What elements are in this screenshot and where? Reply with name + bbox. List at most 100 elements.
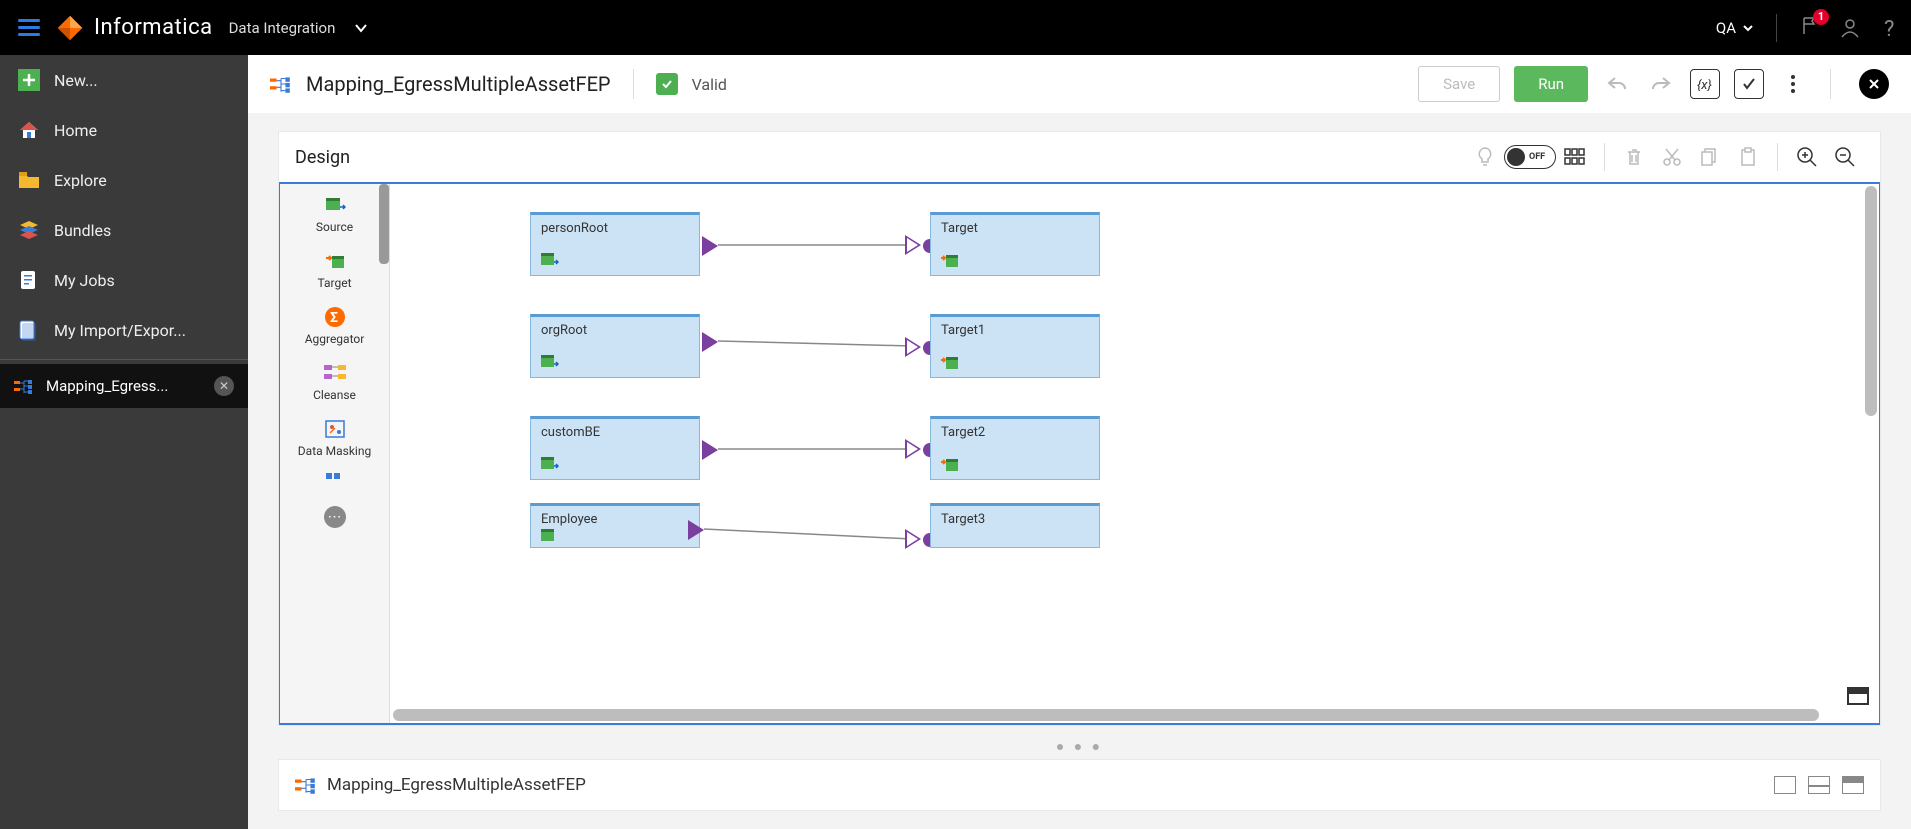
delete-icon[interactable]	[1621, 144, 1647, 170]
close-button[interactable]	[1859, 69, 1889, 99]
output-port-icon[interactable]	[702, 332, 718, 352]
output-port-icon[interactable]	[702, 440, 718, 460]
home-icon	[18, 119, 40, 141]
more-options-button[interactable]	[1778, 69, 1808, 99]
node-target3[interactable]: Target3	[930, 503, 1100, 548]
cleanse-icon	[322, 362, 348, 384]
node-target2[interactable]: Target2	[930, 416, 1100, 480]
sidebar-item-bundles[interactable]: Bundles	[0, 205, 248, 255]
import-export-icon	[18, 319, 40, 341]
target-icon	[322, 250, 348, 272]
preview-toggle[interactable]: OFF	[1504, 145, 1556, 169]
source-mini-icon	[541, 355, 559, 371]
node-custombe[interactable]: customBE	[530, 416, 700, 480]
node-label: Employee	[541, 512, 597, 527]
environment-selector[interactable]: QA	[1716, 19, 1754, 37]
canvas-toolbar: Design OFF	[279, 132, 1880, 182]
input-port-icon[interactable]	[905, 337, 921, 357]
sidebar-item-explore[interactable]: Explore	[0, 155, 248, 205]
sidebar: New... Home Explore Bundles My Jobs My I…	[0, 55, 248, 829]
toggle-label: OFF	[1529, 152, 1545, 162]
node-personroot[interactable]: personRoot	[530, 212, 700, 276]
node-employee[interactable]: Employee	[530, 503, 700, 548]
palette-item-next	[280, 464, 389, 498]
target-mini-icon	[941, 355, 959, 371]
panel-resize-handle[interactable]: ● ● ●	[248, 734, 1911, 759]
palette-label: Data Masking	[284, 444, 385, 458]
node-label: Target1	[941, 323, 985, 338]
target-mini-icon	[941, 253, 959, 269]
hints-icon[interactable]	[1472, 144, 1498, 170]
palette-item-target[interactable]: Target	[280, 240, 389, 296]
palette-item-aggregator[interactable]: Σ Aggregator	[280, 296, 389, 352]
chevron-down-icon	[1742, 22, 1754, 34]
environment-label: QA	[1716, 19, 1736, 37]
menu-toggle-button[interactable]	[12, 13, 46, 42]
canvas-vertical-scrollbar[interactable]	[1865, 186, 1877, 416]
palette-item-source[interactable]: Source	[280, 184, 389, 240]
palette-item-cleanse[interactable]: Cleanse	[280, 352, 389, 408]
validate-button[interactable]	[1734, 69, 1764, 99]
page-title: Mapping_EgressMultipleAssetFEP	[306, 72, 611, 96]
layout-maximize-icon[interactable]	[1842, 776, 1864, 794]
layout-minimize-icon[interactable]	[1774, 776, 1796, 794]
sidebar-item-label: My Jobs	[54, 271, 115, 290]
variable-button[interactable]: {x}	[1690, 69, 1720, 99]
palette-scrollbar[interactable]	[379, 184, 389, 264]
help-icon[interactable]: ?	[1879, 16, 1899, 40]
paste-icon[interactable]	[1735, 144, 1761, 170]
page-header: Mapping_EgressMultipleAssetFEP Valid Sav…	[248, 55, 1911, 113]
node-target1[interactable]: Target1	[930, 314, 1100, 378]
palette-item-datamasking[interactable]: Data Masking	[280, 408, 389, 464]
input-port-icon[interactable]	[905, 529, 921, 549]
output-port-icon[interactable]	[702, 236, 718, 256]
open-tab-label: Mapping_Egress...	[46, 377, 202, 395]
zoom-in-icon[interactable]	[1794, 144, 1820, 170]
mapping-icon	[14, 378, 34, 394]
arrange-icon[interactable]	[1562, 144, 1588, 170]
source-icon	[322, 194, 348, 216]
palette-more-button[interactable]: ⋯	[324, 506, 346, 528]
node-label: customBE	[541, 425, 600, 440]
top-bar: Informatica Data Integration QA 1 ?	[0, 0, 1911, 55]
notifications-button[interactable]: 1	[1799, 15, 1821, 41]
palette-label: Aggregator	[284, 332, 385, 346]
design-panel-title: Design	[295, 147, 350, 168]
output-port-icon[interactable]	[688, 520, 704, 540]
undo-button[interactable]	[1602, 69, 1632, 99]
target-mini-icon	[941, 457, 959, 473]
input-port-icon[interactable]	[905, 235, 921, 255]
node-target[interactable]: Target	[930, 212, 1100, 276]
run-button[interactable]: Run	[1514, 66, 1588, 102]
node-label: Target2	[941, 425, 985, 440]
product-name: Data Integration	[229, 19, 336, 37]
sidebar-item-new[interactable]: New...	[0, 55, 248, 105]
canvas-horizontal-scrollbar[interactable]	[393, 709, 1819, 721]
design-surface[interactable]: personRoot Target orgRoot	[390, 184, 1879, 723]
sidebar-item-label: Home	[54, 121, 97, 140]
sidebar-item-import-export[interactable]: My Import/Expor...	[0, 305, 248, 355]
zoom-out-icon[interactable]	[1832, 144, 1858, 170]
product-switcher-chevron-icon[interactable]	[353, 20, 369, 36]
user-icon[interactable]	[1839, 17, 1861, 39]
node-label: Target	[941, 221, 978, 236]
folder-icon	[18, 169, 40, 191]
copy-icon[interactable]	[1697, 144, 1723, 170]
input-port-icon[interactable]	[905, 439, 921, 459]
canvas-body: Source Target Σ Aggregator Cleanse	[279, 182, 1880, 725]
bundles-icon	[18, 219, 40, 241]
jobs-icon	[18, 269, 40, 291]
save-button[interactable]: Save	[1418, 66, 1500, 102]
sidebar-item-label: New...	[54, 71, 98, 90]
sidebar-open-tab[interactable]: Mapping_Egress... ✕	[0, 364, 248, 408]
redo-button[interactable]	[1646, 69, 1676, 99]
cut-icon[interactable]	[1659, 144, 1685, 170]
node-orgroot[interactable]: orgRoot	[530, 314, 700, 378]
sidebar-item-myjobs[interactable]: My Jobs	[0, 255, 248, 305]
sidebar-item-home[interactable]: Home	[0, 105, 248, 155]
design-canvas-panel: Design OFF	[278, 131, 1881, 726]
close-tab-button[interactable]: ✕	[214, 376, 234, 396]
layout-split-icon[interactable]	[1808, 776, 1830, 794]
palette-label: Cleanse	[284, 388, 385, 402]
maximize-canvas-button[interactable]	[1847, 687, 1869, 705]
